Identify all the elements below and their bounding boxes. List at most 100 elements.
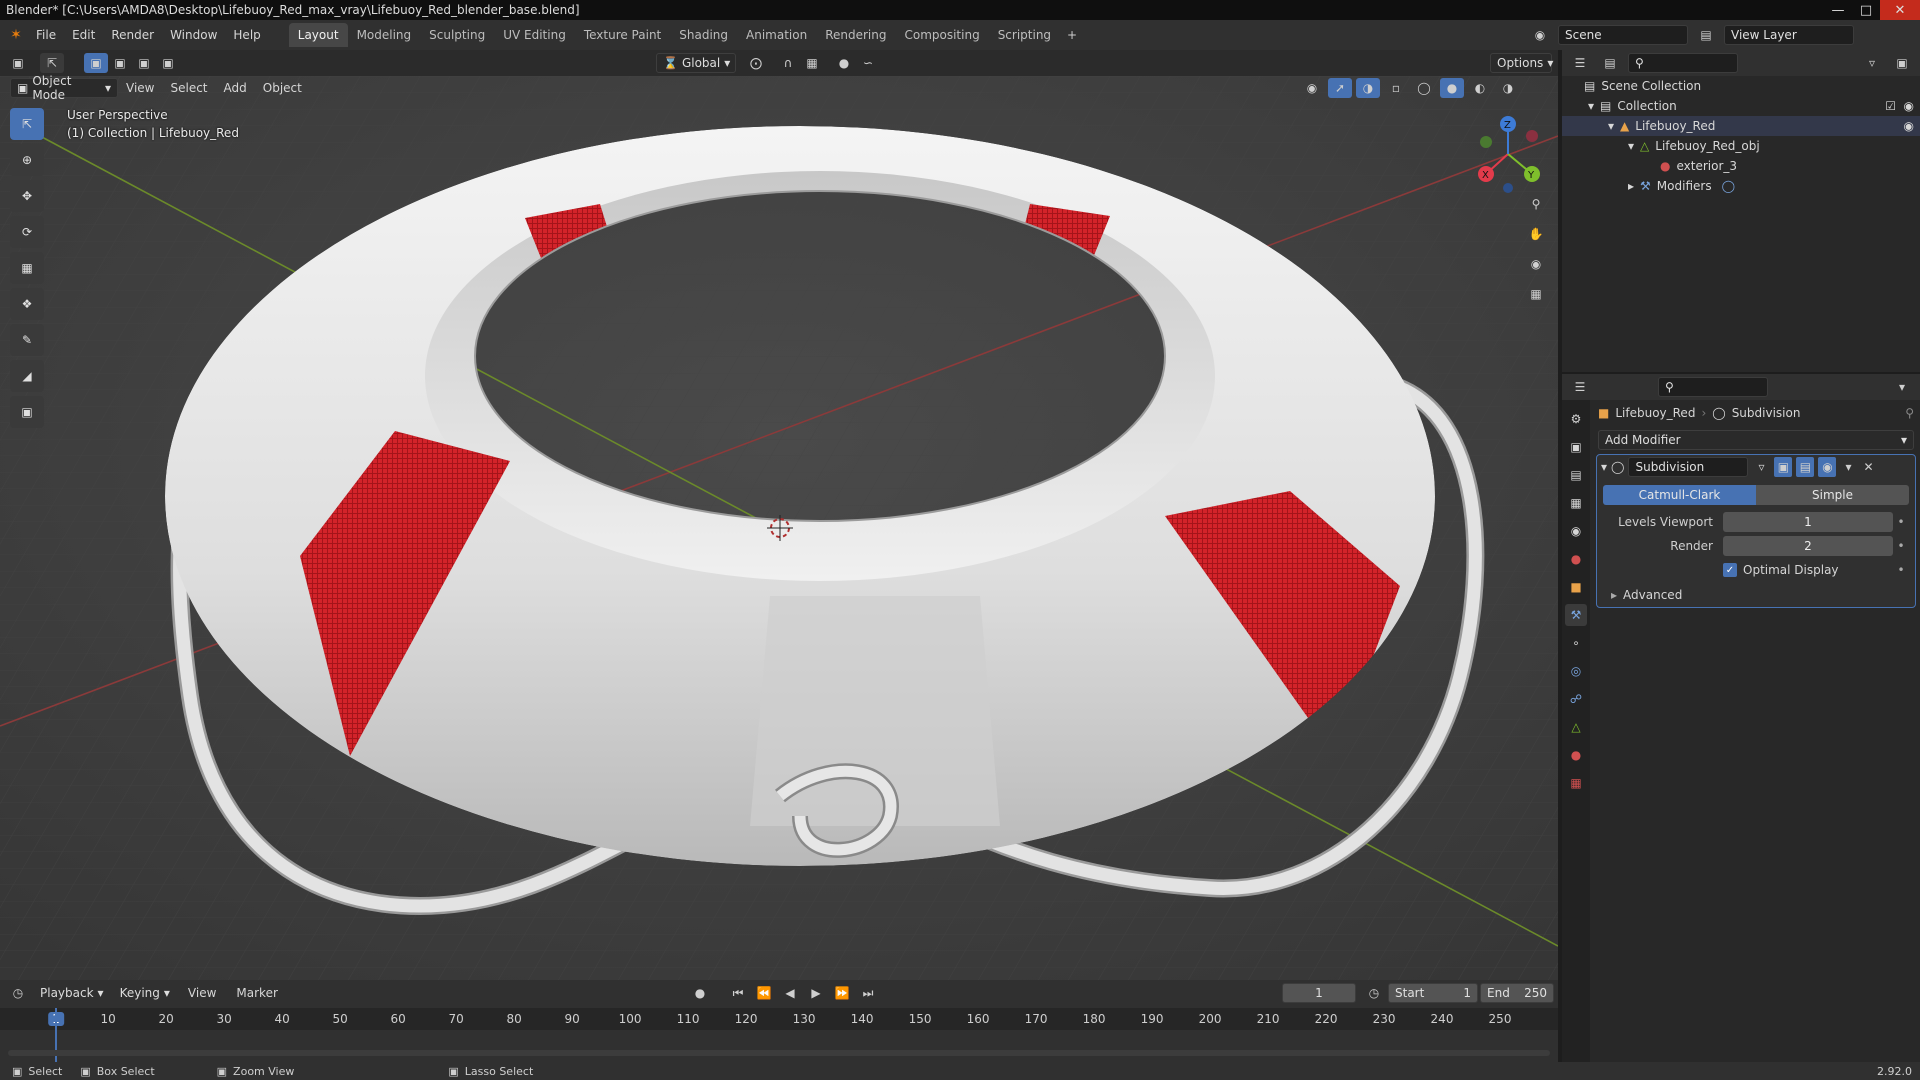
snap-target-icon[interactable]: ▦ [800, 53, 824, 73]
outliner-row-exterior-3[interactable]: ● exterior_3 [1562, 156, 1920, 176]
menu-window[interactable]: Window [162, 28, 225, 42]
select-mode-invert-icon[interactable]: ▣ [156, 53, 180, 73]
pivot-icon[interactable]: ⨀ [744, 53, 768, 73]
add-modifier-button[interactable]: Add Modifier ▾ [1598, 430, 1914, 450]
add-cube-icon[interactable]: ▣ [10, 396, 44, 428]
particles-tab-icon[interactable]: ∘ [1565, 632, 1587, 654]
outliner-row-collection[interactable]: ▾ ▤ Collection ☑ ◉ [1562, 96, 1920, 116]
timeline-scrollbar[interactable] [8, 1050, 1550, 1056]
shading-solid-icon[interactable]: ● [1440, 78, 1464, 98]
add-workspace-icon[interactable]: + [1060, 25, 1084, 45]
tab-compositing[interactable]: Compositing [895, 23, 988, 47]
transform-orientation-dropdown[interactable]: ⌛ Global ▾ [656, 53, 736, 73]
chevron-down-icon[interactable]: ▾ [1840, 457, 1856, 477]
new-collection-icon[interactable]: ▣ [1890, 53, 1914, 73]
select-tool-icon[interactable]: ⇱ [40, 53, 64, 73]
outliner-search-input[interactable]: ⚲ [1628, 53, 1738, 73]
visibility-icon[interactable]: ◉ [1300, 78, 1324, 98]
tab-modeling[interactable]: Modeling [348, 23, 421, 47]
jump-keyframe-forward-icon[interactable]: ⏩ [830, 983, 854, 1003]
keyframe-dot-icon[interactable]: • [1893, 515, 1909, 529]
annotate-icon[interactable]: ✎ [10, 324, 44, 356]
pan-hand-icon[interactable]: ✋ [1522, 220, 1550, 248]
xray-icon[interactable]: ▫ [1384, 78, 1408, 98]
keying-menu[interactable]: Keying ▾ [114, 983, 176, 1003]
playback-menu[interactable]: Playback ▾ [34, 983, 110, 1003]
data-tab-icon[interactable]: △ [1565, 716, 1587, 738]
keyframe-dot-icon[interactable]: • [1893, 539, 1909, 553]
menu-render[interactable]: Render [103, 28, 162, 42]
tab-layout[interactable]: Layout [288, 23, 348, 47]
tab-texture-paint[interactable]: Texture Paint [575, 23, 670, 47]
outliner-editor-icon[interactable]: ☰ [1568, 53, 1592, 73]
checkbox-icon[interactable]: ☑ [1885, 99, 1896, 113]
maximize-icon[interactable]: □ [1852, 0, 1880, 20]
start-frame-field[interactable]: Start 1 [1388, 983, 1478, 1003]
menu-view[interactable]: View [118, 81, 162, 95]
viewport-toggle-icon[interactable]: ▤ [1796, 457, 1815, 477]
scene-tab-icon[interactable]: ◉ [1565, 520, 1587, 542]
outliner-row-lifebuoy-red[interactable]: ▾ ▲ Lifebuoy_Red ◉ [1562, 116, 1920, 136]
cage-toggle-icon[interactable]: ▣ [1774, 457, 1793, 477]
measure-icon[interactable]: ◢ [10, 360, 44, 392]
tab-sculpting[interactable]: Sculpting [420, 23, 494, 47]
menu-file[interactable]: File [28, 28, 64, 42]
minimize-icon[interactable]: — [1824, 0, 1852, 20]
render-levels-field[interactable]: 2 [1723, 536, 1893, 556]
menu-add[interactable]: Add [216, 81, 255, 95]
view-layer-field[interactable]: View Layer [1724, 25, 1854, 45]
select-mode-new-icon[interactable]: ▣ [84, 53, 108, 73]
tab-uv-editing[interactable]: UV Editing [494, 23, 575, 47]
tab-animation[interactable]: Animation [737, 23, 816, 47]
simple-button[interactable]: Simple [1756, 485, 1909, 505]
options-dropdown[interactable]: Options ▾ [1490, 53, 1553, 73]
filter-icon[interactable]: ▿ [1860, 53, 1884, 73]
navigation-gizmo[interactable]: X Y Z [1468, 114, 1548, 194]
properties-search-input[interactable]: ⚲ [1658, 377, 1768, 397]
camera-icon[interactable]: ◉ [1522, 250, 1550, 278]
collapse-arrow-icon[interactable]: ▾ [1601, 460, 1607, 474]
select-mode-extend-icon[interactable]: ▣ [108, 53, 132, 73]
eye-icon[interactable]: ◉ [1904, 99, 1914, 113]
jump-start-icon[interactable]: ⏮ [726, 983, 750, 1003]
rotate-icon[interactable]: ⟳ [10, 216, 44, 248]
render-tab-icon[interactable]: ▣ [1565, 436, 1587, 458]
expand-arrow-icon[interactable]: ▾ [1588, 99, 1594, 113]
select-box-icon[interactable]: ⇱ [10, 108, 44, 140]
zoom-icon[interactable]: ⚲ [1522, 190, 1550, 218]
close-icon[interactable]: ✕ [1880, 0, 1920, 20]
tab-shading[interactable]: Shading [670, 23, 737, 47]
jump-keyframe-back-icon[interactable]: ⏪ [752, 983, 776, 1003]
play-reverse-icon[interactable]: ◀ [778, 983, 802, 1003]
blender-logo-icon[interactable]: ✶ [4, 25, 28, 45]
frame-ruler[interactable]: 1 10 20 30 40 50 60 70 80 90 100 110 120… [0, 1008, 1558, 1030]
record-icon[interactable]: ● [688, 983, 712, 1003]
expand-arrow-icon[interactable]: ▸ [1628, 179, 1634, 193]
timeline-marker-menu[interactable]: Marker [228, 986, 285, 1000]
current-frame-field[interactable]: 1 [1282, 983, 1356, 1003]
keyframe-dot-icon[interactable]: • [1893, 563, 1909, 577]
texture-tab-icon[interactable]: ▦ [1565, 772, 1587, 794]
jump-end-icon[interactable]: ⏭ [856, 983, 880, 1003]
proportional-edit-icon[interactable]: ● [832, 53, 856, 73]
material-tab-icon[interactable]: ● [1565, 744, 1587, 766]
shading-material-icon[interactable]: ◐ [1468, 78, 1492, 98]
display-mode-icon[interactable]: ▤ [1598, 53, 1622, 73]
tab-scripting[interactable]: Scripting [989, 23, 1060, 47]
eye-icon[interactable]: ◉ [1904, 119, 1914, 133]
chevron-down-icon[interactable]: ▾ [1890, 377, 1914, 397]
mode-dropdown[interactable]: ▣ Object Mode ▾ [10, 74, 118, 102]
outliner-row-scene-collection[interactable]: ▤ Scene Collection [1562, 76, 1920, 96]
menu-help[interactable]: Help [225, 28, 268, 42]
falloff-icon[interactable]: ∽ [856, 53, 880, 73]
constraints-tab-icon[interactable]: ☍ [1565, 688, 1587, 710]
menu-edit[interactable]: Edit [64, 28, 103, 42]
play-icon[interactable]: ▶ [804, 983, 828, 1003]
catmull-clark-button[interactable]: Catmull-Clark [1603, 485, 1756, 505]
move-icon[interactable]: ✥ [10, 180, 44, 212]
tab-rendering[interactable]: Rendering [816, 23, 895, 47]
overlay-toggle-icon[interactable]: ◑ [1356, 78, 1380, 98]
advanced-subpanel[interactable]: ▸ Advanced [1597, 583, 1915, 607]
levels-viewport-field[interactable]: 1 [1723, 512, 1893, 532]
editor-type-icon[interactable]: ▣ [6, 53, 30, 73]
